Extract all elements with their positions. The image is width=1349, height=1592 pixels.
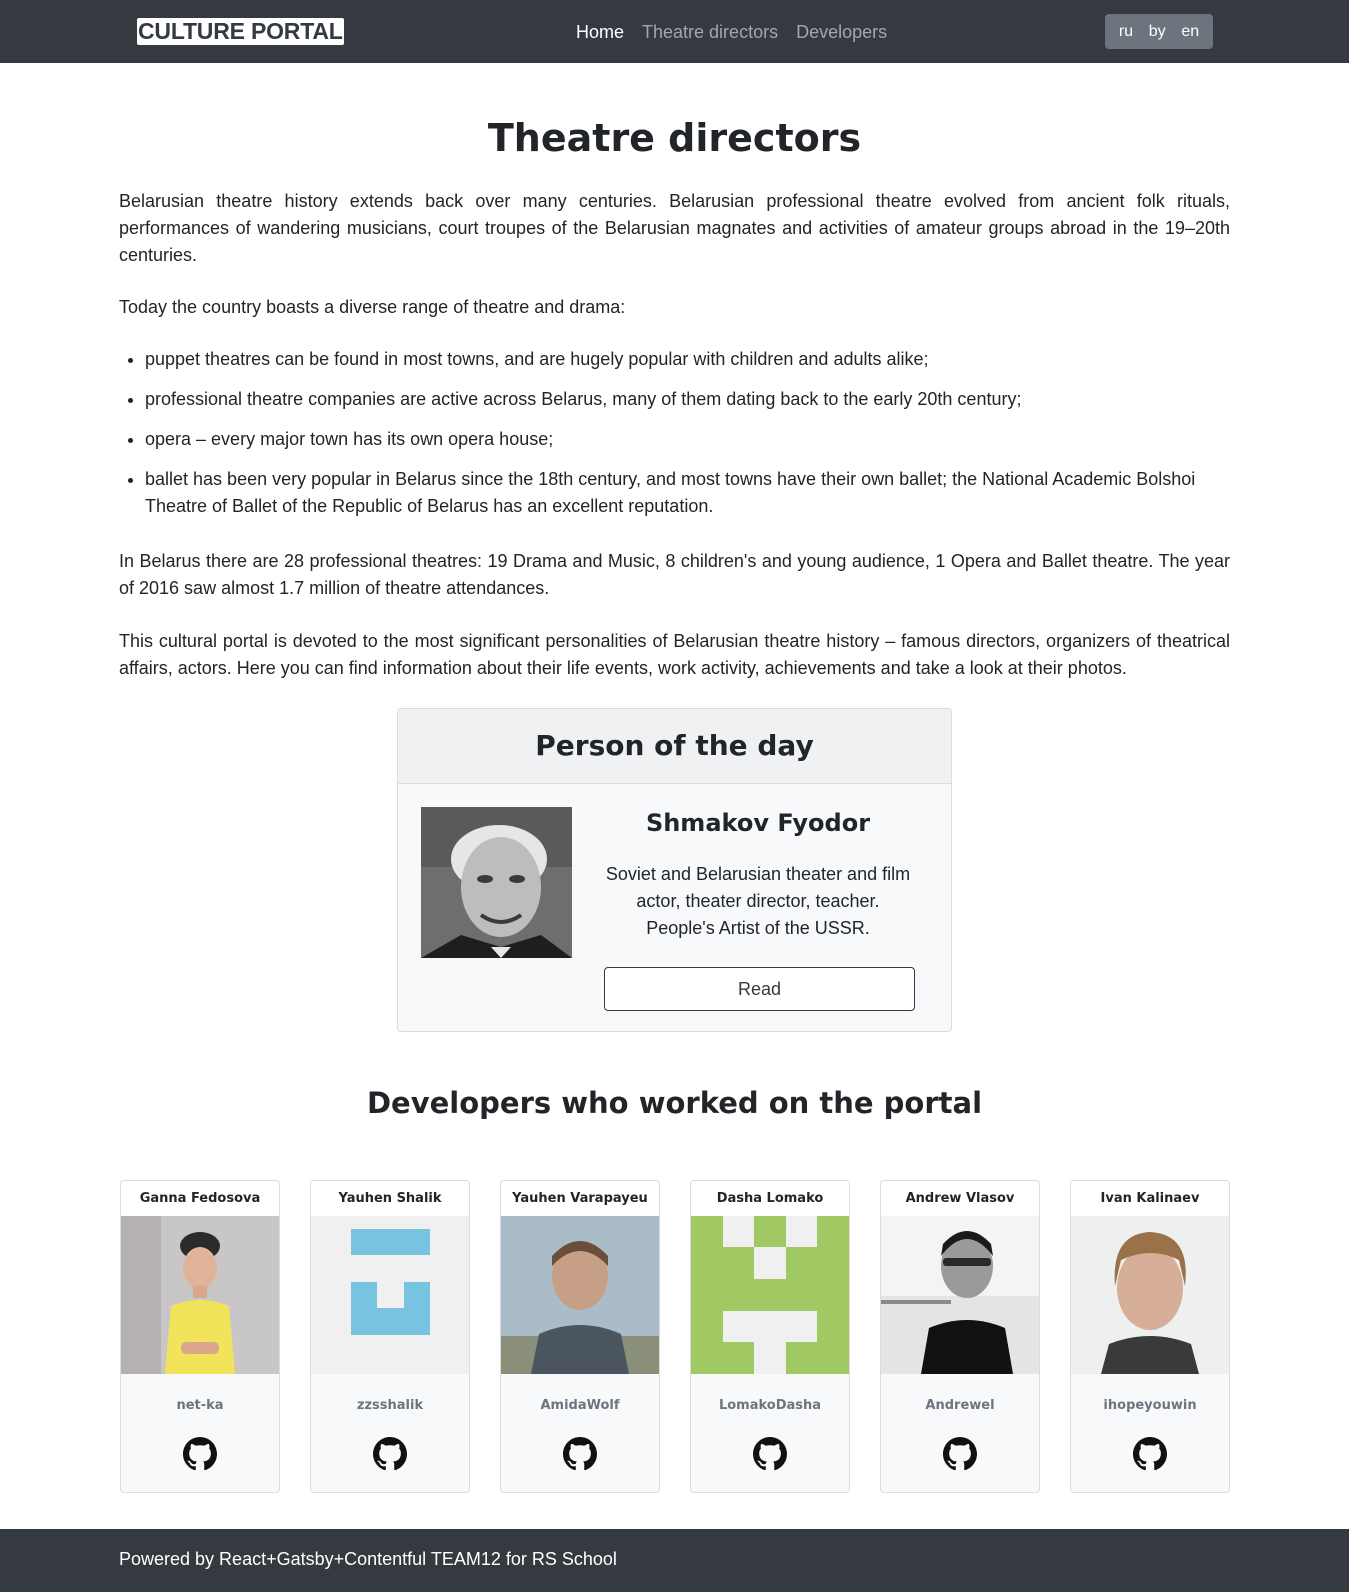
footer: Powered by React+Gatsby+Contentful TEAM1… <box>0 1529 1349 1592</box>
developer-card: Ganna Fedosova net-ka <box>120 1180 280 1493</box>
developer-name: Yauhen Shalik <box>311 1181 469 1216</box>
person-of-day-card: Person of the day Shmakov Fyodor Soviet … <box>397 708 952 1032</box>
developer-card: Dasha Lomako LomakoDasha <box>690 1180 850 1493</box>
list-item: ballet has been very popular in Belarus … <box>145 466 1235 520</box>
developer-card: Yauhen Varapayeu AmidaWolf <box>500 1180 660 1493</box>
nav-home[interactable]: Home <box>576 20 624 44</box>
diversity-paragraph: Today the country boasts a diverse range… <box>119 297 626 317</box>
github-icon[interactable] <box>183 1437 217 1471</box>
github-icon[interactable] <box>373 1437 407 1471</box>
nav-theatre-directors[interactable]: Theatre directors <box>642 20 778 44</box>
developer-login[interactable]: AmidaWolf <box>501 1398 659 1413</box>
person-description: Soviet and Belarusian theater and film a… <box>605 864 911 938</box>
developer-avatar <box>501 1216 659 1374</box>
github-icon[interactable] <box>753 1437 787 1471</box>
developer-name: Dasha Lomako <box>691 1181 849 1216</box>
navbar: CULTURE PORTAL Home Theatre directors De… <box>0 0 1349 63</box>
developer-login[interactable]: zzsshalik <box>311 1398 469 1413</box>
intro-paragraph: Belarusian theatre history extends back … <box>119 191 1230 265</box>
github-icon[interactable] <box>1133 1437 1167 1471</box>
developer-card: Andrew Vlasov Andrewel <box>880 1180 1040 1493</box>
list-item: opera – every major town has its own ope… <box>145 426 1235 453</box>
statistics-paragraph: In Belarus there are 28 professional the… <box>119 551 1230 598</box>
developer-name: Ganna Fedosova <box>121 1181 279 1216</box>
developer-card: Ivan Kalinaev ihopeyouwin <box>1070 1180 1230 1493</box>
lang-ru-button[interactable]: ru <box>1119 23 1133 41</box>
developer-name: Andrew Vlasov <box>881 1181 1039 1216</box>
developer-avatar <box>311 1216 469 1374</box>
developers-title: Developers who worked on the portal <box>366 1086 983 1120</box>
main-nav: Home Theatre directors Developers <box>576 20 905 44</box>
developer-card: Yauhen Shalik zzsshalik <box>310 1180 470 1493</box>
developer-login[interactable]: ihopeyouwin <box>1071 1398 1229 1413</box>
github-icon[interactable] <box>563 1437 597 1471</box>
developer-name: Yauhen Varapayeu <box>501 1181 659 1216</box>
developer-avatar <box>1071 1216 1229 1374</box>
person-name: Shmakov Fyodor <box>645 809 871 837</box>
theatre-types-list: puppet theatres can be found in most tow… <box>145 346 1235 533</box>
developer-avatar <box>691 1216 849 1374</box>
list-item: puppet theatres can be found in most tow… <box>145 346 1235 373</box>
person-of-day-header: Person of the day <box>398 709 951 784</box>
developer-login[interactable]: Andrewel <box>881 1398 1039 1413</box>
lang-en-button[interactable]: en <box>1181 23 1199 41</box>
developer-login[interactable]: LomakoDasha <box>691 1398 849 1413</box>
page-title: Theatre directors <box>487 116 862 160</box>
person-photo <box>421 807 572 958</box>
footer-text: Powered by React+Gatsby+Contentful TEAM1… <box>119 1549 617 1569</box>
read-button[interactable]: Read <box>604 967 915 1011</box>
developer-avatar <box>881 1216 1039 1374</box>
portal-description-paragraph: This cultural portal is devoted to the m… <box>119 631 1230 678</box>
lang-by-button[interactable]: by <box>1149 23 1166 41</box>
github-icon[interactable] <box>943 1437 977 1471</box>
language-switcher: ru by en <box>1105 14 1213 49</box>
developer-avatar <box>121 1216 279 1374</box>
developer-name: Ivan Kalinaev <box>1071 1181 1229 1216</box>
list-item: professional theatre companies are activ… <box>145 386 1235 413</box>
brand-logo[interactable]: CULTURE PORTAL <box>137 18 344 45</box>
developer-login[interactable]: net-ka <box>121 1398 279 1413</box>
nav-developers[interactable]: Developers <box>796 20 887 44</box>
